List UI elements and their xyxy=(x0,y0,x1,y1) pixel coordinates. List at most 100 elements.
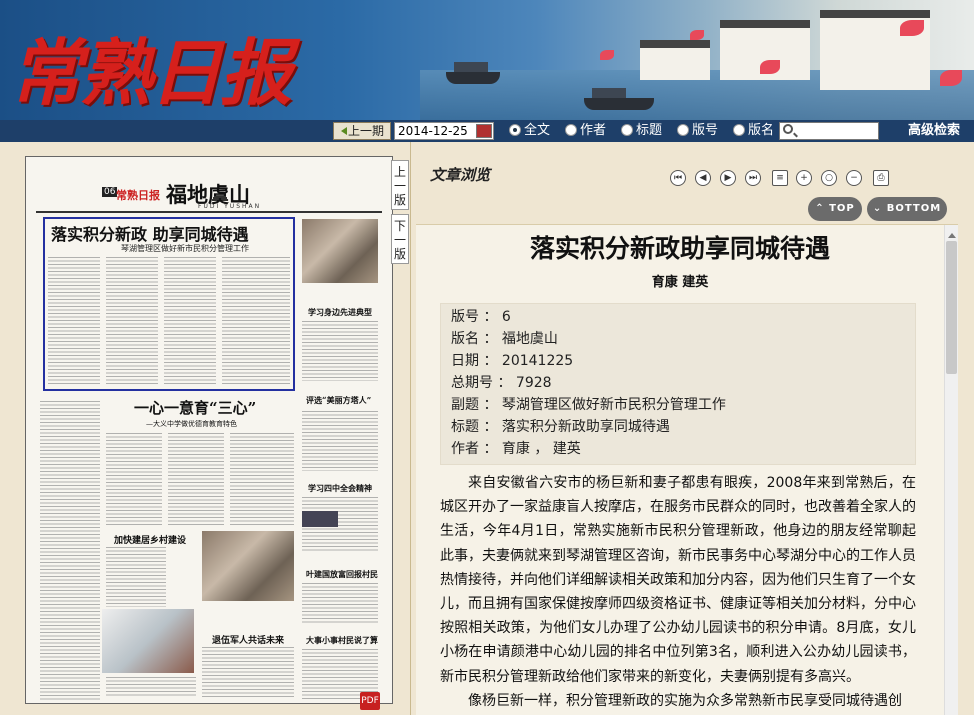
scroll-bottom-button[interactable]: ⌄ BOTTOM xyxy=(867,197,947,221)
scroll-top-button[interactable]: ⌃ TOP xyxy=(808,197,862,221)
article-scrollbar[interactable] xyxy=(944,225,958,715)
radio-fulltext-label: 全文 xyxy=(524,123,551,138)
zoom-in-icon[interactable]: + xyxy=(796,170,812,186)
text-block xyxy=(222,257,290,385)
page-headline-2: 一心一意育“三心” xyxy=(134,399,257,417)
article-title: 落实积分新政助享同城待遇 xyxy=(529,234,830,263)
page-paper-logo: 常熟日报 xyxy=(116,189,160,202)
scroll-up-arrow-icon[interactable] xyxy=(948,229,956,238)
print-icon[interactable]: ⎙ xyxy=(873,170,889,186)
text-block xyxy=(164,257,216,385)
site-logo[interactable]: 常熟日报 xyxy=(10,14,292,119)
banner-petal xyxy=(760,60,780,74)
radio-page-no[interactable] xyxy=(677,124,689,136)
text-block xyxy=(40,401,100,701)
meta-row-author: 作者 ： 育康 ， 建英 xyxy=(451,441,581,457)
text-block xyxy=(106,677,196,697)
meta-row-subtitle: 副题 ： 琴湖管理区做好新市民积分管理工作 xyxy=(451,397,726,413)
first-page-icon[interactable]: ⏮ xyxy=(670,170,686,186)
page-mid-heading: 加快建居乡村建设 xyxy=(114,536,187,546)
radio-author-label: 作者 xyxy=(580,123,607,138)
meta-row-page-name: 版名 ： 福地虞山 xyxy=(451,331,558,347)
article-body: 来自安徽省六安市的杨巨新和妻子都患有眼疾，2008年来到常熟后，在城区开办了一家… xyxy=(440,471,916,713)
page-lead-subtitle: 琴湖管理区做好新市民积分管理工作 xyxy=(121,244,249,253)
radio-page-name-label: 版名 xyxy=(748,123,775,138)
page-header: 06 常熟日报 福地虞山 FUDI YUSHAN xyxy=(36,165,382,213)
meta-row-page-no: 版号 ： 6 xyxy=(451,309,511,325)
banner-petal xyxy=(900,20,924,36)
text-block xyxy=(202,647,294,697)
page-lead-title: 落实积分新政 助享同城待遇 xyxy=(51,225,249,244)
meta-label: 日期 xyxy=(451,353,479,369)
meta-label: 作者 xyxy=(451,441,479,457)
next-page-tab[interactable]: 下一版 xyxy=(391,214,409,264)
page-photo xyxy=(102,609,194,673)
zoom-reset-icon[interactable]: ○ xyxy=(821,170,837,186)
banner-boat xyxy=(584,88,654,110)
page-side-heading: 大事小事村民说了算 xyxy=(306,635,378,645)
page-photo xyxy=(302,219,378,283)
text-block xyxy=(48,257,100,385)
newspaper-page-image[interactable]: 06 常熟日报 福地虞山 FUDI YUSHAN 落实积分新政 助享同城待遇 琴… xyxy=(25,156,393,704)
text-block xyxy=(106,547,166,607)
text-block xyxy=(106,257,158,385)
banner-petal xyxy=(690,30,704,40)
radio-title[interactable] xyxy=(621,124,633,136)
meta-value: 福地虞山 xyxy=(501,331,558,347)
page-side-heading: 学习身边先进典型 xyxy=(308,307,372,317)
pdf-download-icon[interactable]: PDF xyxy=(360,692,380,710)
copy-text-icon[interactable]: ≡ xyxy=(772,170,788,186)
calendar-icon[interactable] xyxy=(476,124,492,138)
prev-issue-button[interactable]: 上一期 xyxy=(333,122,391,140)
meta-row-issue: 总期号 ： 7928 xyxy=(451,375,552,391)
prev-page-tab[interactable]: 上一版 xyxy=(391,160,409,210)
scroll-top-label: TOP xyxy=(829,203,855,214)
meta-label: 总期号 xyxy=(451,375,493,391)
page-side-heading: 评选“美丽方塔人” xyxy=(306,395,372,405)
page-nav-tabs: 上一版 下一版 xyxy=(391,160,409,268)
meta-value: 7928 xyxy=(515,375,552,391)
radio-fulltext[interactable] xyxy=(509,124,521,136)
scrollbar-thumb[interactable] xyxy=(946,241,957,374)
last-page-icon[interactable]: ⏭ xyxy=(745,170,761,186)
page-section-en: FUDI YUSHAN xyxy=(198,203,262,210)
meta-value: 落实积分新政助享同城待遇 xyxy=(501,419,670,435)
meta-label: 副题 xyxy=(451,397,479,413)
search-icon[interactable] xyxy=(783,124,793,134)
page-view-pane: 06 常熟日报 福地虞山 FUDI YUSHAN 落实积分新政 助享同城待遇 琴… xyxy=(0,142,411,715)
advanced-search-link[interactable]: 高级检索 xyxy=(908,120,960,142)
banner-petal xyxy=(600,50,614,60)
scroll-bottom-label: BOTTOM xyxy=(886,203,942,214)
radio-author[interactable] xyxy=(565,124,577,136)
banner-house xyxy=(640,40,710,80)
page-photo xyxy=(202,531,294,601)
issue-date-value: 2014-12-25 xyxy=(398,124,468,138)
meta-label: 标题 xyxy=(451,419,479,435)
next-page-icon[interactable]: ▶ xyxy=(720,170,736,186)
radio-title-label: 标题 xyxy=(636,123,663,138)
article-paragraph: 来自安徽省六安市的杨巨新和妻子都患有眼疾，2008年来到常熟后，在城区开办了一家… xyxy=(440,475,916,685)
meta-value: 20141225 xyxy=(501,353,574,369)
article-preview-title: 文章浏览 xyxy=(430,166,491,184)
meta-value: 育康 ， 建英 xyxy=(501,441,581,457)
text-block xyxy=(302,583,378,623)
search-input[interactable] xyxy=(779,122,879,140)
meta-row-date: 日期 ： 20141225 xyxy=(451,353,574,369)
prev-page-icon[interactable]: ◀ xyxy=(695,170,711,186)
article-pane: 文章浏览 ⏮ ◀ ▶ ⏭ ≡ + ○ − ⎙ ⌃ TOP ⌄ BOTTOM 落实… xyxy=(412,142,974,715)
page-headline-2-sub: —大义中学做优德育教育特色 xyxy=(146,420,237,428)
text-block xyxy=(106,433,162,525)
radio-page-name[interactable] xyxy=(733,124,745,136)
article-paragraph: 像杨巨新一样，积分管理新政的实施为众多常熟新市民享受同城待遇创 xyxy=(468,692,902,709)
issue-date-select[interactable]: 2014-12-25 xyxy=(394,122,494,140)
page-mid-heading: 退伍军人共话未来 xyxy=(212,636,285,646)
meta-label: 版名 xyxy=(451,331,479,347)
radio-page-no-label: 版号 xyxy=(692,123,719,138)
page-side-heading: 叶建国放富回报村民 xyxy=(306,569,378,579)
meta-value: 琴湖管理区做好新市民积分管理工作 xyxy=(501,397,726,413)
banner-petal xyxy=(940,70,962,86)
site-header: 常熟日报 xyxy=(0,0,974,120)
article-meta-box: 版号 ： 6 版名 ： 福地虞山 日期 ： 20141225 总期号 ： 792… xyxy=(440,303,916,465)
article-author: 育康 建英 xyxy=(651,275,709,290)
zoom-out-icon[interactable]: − xyxy=(846,170,862,186)
